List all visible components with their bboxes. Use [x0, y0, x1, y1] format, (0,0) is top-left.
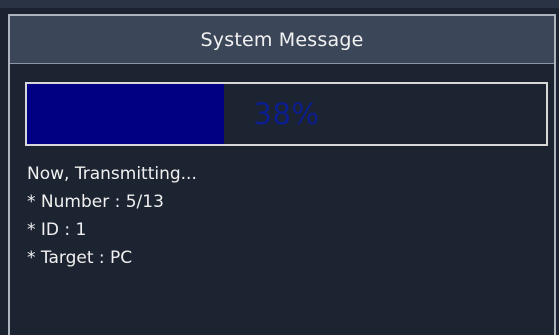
progress-percentage: 38%	[253, 97, 320, 131]
dialog-title: System Message	[200, 28, 364, 51]
dialog-title-bar: System Message	[10, 16, 554, 64]
screen: System Message 38% Now, Transmitting... …	[0, 0, 559, 335]
system-message-dialog: System Message 38% Now, Transmitting... …	[8, 14, 556, 335]
status-heading: Now, Transmitting...	[27, 164, 197, 184]
top-strip	[0, 0, 559, 8]
target-line: * Target : PC	[27, 248, 133, 268]
id-line: * ID : 1	[27, 220, 87, 240]
progress-bar: 38%	[25, 82, 548, 146]
status-lines: Now, Transmitting... * Number : 5/13 * I…	[27, 160, 197, 272]
number-line: * Number : 5/13	[27, 192, 164, 212]
